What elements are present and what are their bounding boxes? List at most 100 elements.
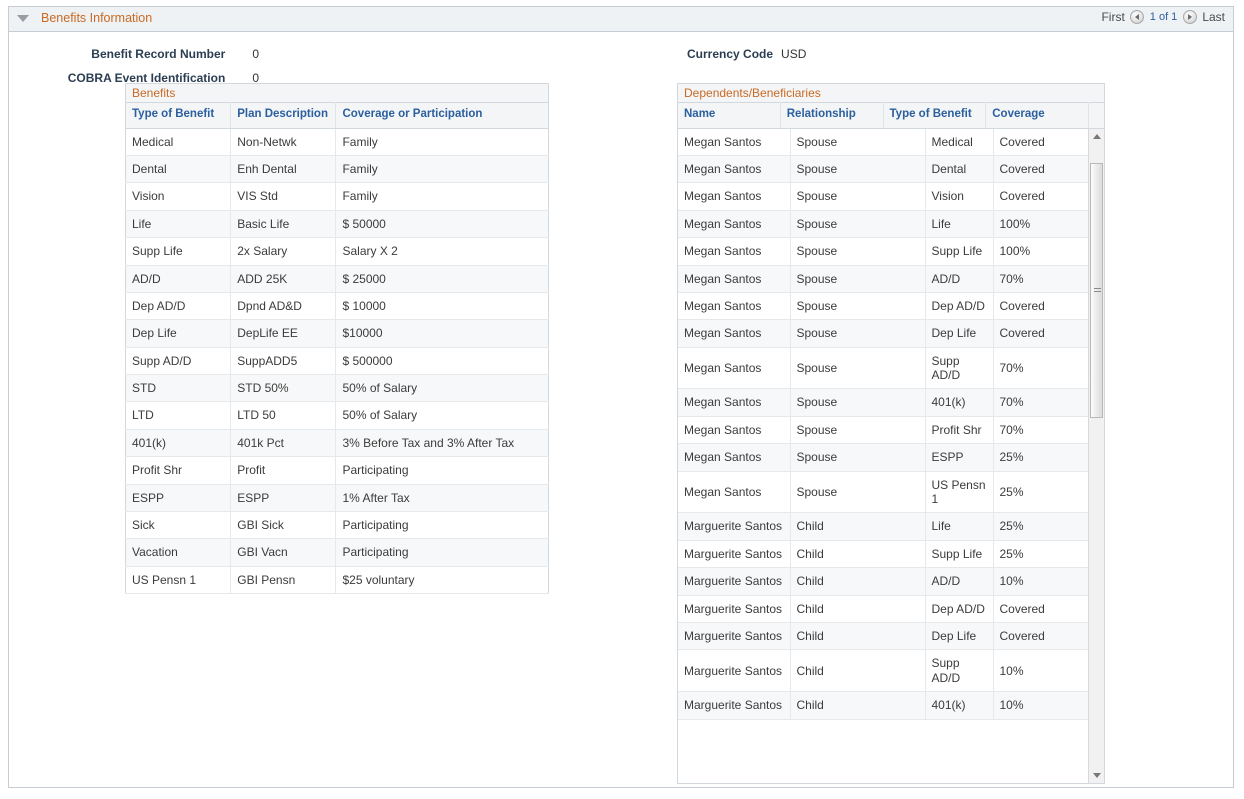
dependents-cell: Megan Santos xyxy=(678,389,790,416)
table-row[interactable]: Supp AD/DSuppADD5$ 500000 xyxy=(126,347,549,374)
table-row[interactable]: Megan SantosSpouseDep AD/DCovered xyxy=(678,292,1099,319)
table-row[interactable]: STDSTD 50%50% of Salary xyxy=(126,375,549,402)
scrollbar-grip-icon xyxy=(1094,288,1101,294)
dependents-cell: Megan Santos xyxy=(678,416,790,443)
table-row[interactable]: DentalEnh DentalFamily xyxy=(126,155,549,182)
table-row[interactable]: SickGBI SickParticipating xyxy=(126,512,549,539)
dependents-cell: 25% xyxy=(993,444,1099,471)
table-row[interactable]: Dep AD/DDpnd AD&D$ 10000 xyxy=(126,292,549,319)
table-row[interactable]: Supp Life2x SalarySalary X 2 xyxy=(126,238,549,265)
dependents-cell: Vision xyxy=(925,183,993,210)
table-row[interactable]: Marguerite SantosChild401(k)10% xyxy=(678,692,1099,719)
table-row[interactable]: Megan SantosSpouseUS Pensn 125% xyxy=(678,471,1099,513)
table-row[interactable]: Megan SantosSpouseSupp Life100% xyxy=(678,238,1099,265)
table-row[interactable]: Marguerite SantosChildLife25% xyxy=(678,513,1099,540)
benefits-cell: $25 voluntary xyxy=(336,566,549,593)
dependents-cell: Spouse xyxy=(790,265,925,292)
currency-code-label: Currency Code xyxy=(687,47,773,61)
dependents-cell: Spouse xyxy=(790,444,925,471)
dependents-cell: Megan Santos xyxy=(678,320,790,347)
table-row[interactable]: Megan SantosSpouseSupp AD/D70% xyxy=(678,347,1099,389)
table-row[interactable]: VisionVIS StdFamily xyxy=(126,183,549,210)
table-row[interactable]: Dep LifeDepLife EE$10000 xyxy=(126,320,549,347)
pager-last-link[interactable]: Last xyxy=(1202,10,1225,24)
dependents-cell: AD/D xyxy=(925,568,993,595)
table-row[interactable]: Megan SantosSpouseMedicalCovered xyxy=(678,129,1099,156)
benefits-grid: Benefits Type of BenefitPlan Description… xyxy=(125,83,549,594)
table-row[interactable]: Marguerite SantosChildDep AD/DCovered xyxy=(678,595,1099,622)
table-row[interactable]: US Pensn 1GBI Pensn$25 voluntary xyxy=(126,566,549,593)
dependents-table-header-row: NameRelationshipType of BenefitCoverage xyxy=(678,103,1105,129)
dependents-cell: 70% xyxy=(993,389,1099,416)
table-row[interactable]: Megan SantosSpouseLife100% xyxy=(678,210,1099,237)
table-row[interactable]: Megan SantosSpouseDep LifeCovered xyxy=(678,320,1099,347)
dependents-cell: Child xyxy=(790,650,925,692)
table-row[interactable]: Megan SantosSpouseProfit Shr70% xyxy=(678,416,1099,443)
dependents-cell: 401(k) xyxy=(925,389,993,416)
benefits-cell: GBI Sick xyxy=(231,512,336,539)
table-row[interactable]: Megan SantosSpouseAD/D70% xyxy=(678,265,1099,292)
dependents-cell: Profit Shr xyxy=(925,416,993,443)
pager-first-link[interactable]: First xyxy=(1101,10,1124,24)
table-row[interactable]: Marguerite SantosChildSupp Life25% xyxy=(678,540,1099,567)
table-row[interactable]: Megan SantosSpouseDentalCovered xyxy=(678,155,1099,182)
benefits-cell: Sick xyxy=(126,512,231,539)
field-currency-code: Currency Code USD xyxy=(687,47,806,61)
dependents-cell: Megan Santos xyxy=(678,347,790,389)
dependents-cell: Marguerite Santos xyxy=(678,540,790,567)
benefits-cell: AD/D xyxy=(126,265,231,292)
dependents-cell: Child xyxy=(790,568,925,595)
table-row[interactable]: Megan SantosSpouseESPP25% xyxy=(678,444,1099,471)
scroll-down-arrow-icon[interactable] xyxy=(1089,767,1104,783)
table-row[interactable]: Megan SantosSpouseVisionCovered xyxy=(678,183,1099,210)
dependents-scroll-region: Megan SantosSpouseMedicalCoveredMegan Sa… xyxy=(677,129,1105,784)
table-row[interactable]: LifeBasic Life$ 50000 xyxy=(126,210,549,237)
dependents-vertical-scrollbar[interactable] xyxy=(1088,129,1104,783)
dependents-cell: Megan Santos xyxy=(678,238,790,265)
table-row[interactable]: Profit ShrProfitParticipating xyxy=(126,457,549,484)
table-row[interactable]: LTDLTD 5050% of Salary xyxy=(126,402,549,429)
dependents-cell: Covered xyxy=(993,320,1099,347)
dependents-cell: Spouse xyxy=(790,416,925,443)
benefits-column-header[interactable]: Coverage or Participation xyxy=(336,103,549,129)
benefits-cell: VIS Std xyxy=(231,183,336,210)
dependents-column-header[interactable]: Name xyxy=(678,103,781,129)
table-row[interactable]: Marguerite SantosChildDep LifeCovered xyxy=(678,622,1099,649)
dependents-cell: Covered xyxy=(993,183,1099,210)
scrollbar-thumb[interactable] xyxy=(1090,163,1103,418)
dependents-cell: 10% xyxy=(993,692,1099,719)
benefits-cell: Basic Life xyxy=(231,210,336,237)
arrow-left-icon[interactable] xyxy=(1130,10,1144,24)
dependents-column-header[interactable]: Coverage xyxy=(986,103,1089,129)
table-row[interactable]: 401(k)401k Pct3% Before Tax and 3% After… xyxy=(126,429,549,456)
dependents-cell: Megan Santos xyxy=(678,129,790,156)
dependents-cell: Marguerite Santos xyxy=(678,513,790,540)
table-row[interactable]: MedicalNon-NetwkFamily xyxy=(126,128,549,155)
dependents-cell: Marguerite Santos xyxy=(678,622,790,649)
table-row[interactable]: VacationGBI VacnParticipating xyxy=(126,539,549,566)
dependents-cell: Megan Santos xyxy=(678,471,790,513)
dependents-cell: Covered xyxy=(993,155,1099,182)
table-row[interactable]: Marguerite SantosChildAD/D10% xyxy=(678,568,1099,595)
table-row[interactable]: AD/DADD 25K$ 25000 xyxy=(126,265,549,292)
triangle-down-icon[interactable] xyxy=(17,15,29,22)
dependents-column-header[interactable]: Type of Benefit xyxy=(883,103,986,129)
benefits-cell: Vision xyxy=(126,183,231,210)
dependents-cell: Marguerite Santos xyxy=(678,692,790,719)
arrow-right-icon[interactable] xyxy=(1183,10,1197,24)
benefits-column-header[interactable]: Plan Description xyxy=(231,103,336,129)
dependents-cell: Life xyxy=(925,210,993,237)
dependents-cell: AD/D xyxy=(925,265,993,292)
table-row[interactable]: Marguerite SantosChildSupp AD/D10% xyxy=(678,650,1099,692)
benefits-cell: STD xyxy=(126,375,231,402)
dependents-cell: Dep Life xyxy=(925,622,993,649)
dependents-cell: Megan Santos xyxy=(678,183,790,210)
table-row[interactable]: Megan SantosSpouse401(k)70% xyxy=(678,389,1099,416)
dependents-scrollbar-spacer xyxy=(1089,103,1105,129)
table-row[interactable]: ESPPESPP1% After Tax xyxy=(126,484,549,511)
benefits-column-header[interactable]: Type of Benefit xyxy=(126,103,231,129)
benefits-cell: 3% Before Tax and 3% After Tax xyxy=(336,429,549,456)
scroll-up-arrow-icon[interactable] xyxy=(1089,129,1104,145)
dependents-column-header[interactable]: Relationship xyxy=(780,103,883,129)
benefits-cell: 2x Salary xyxy=(231,238,336,265)
